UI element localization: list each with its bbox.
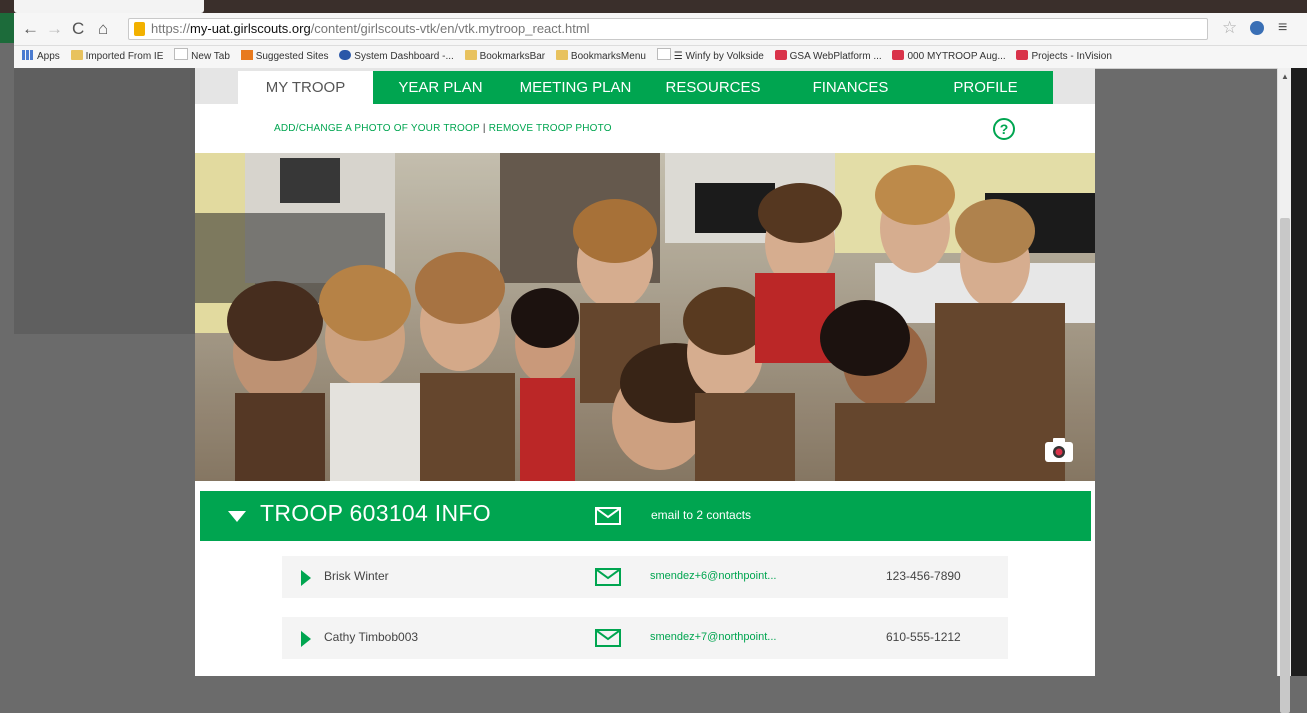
browser-toolbar: ← → C ⌂ https://my-uat.girlscouts.org/co… bbox=[14, 13, 1307, 46]
tab-strip bbox=[0, 0, 1307, 43]
help-icon[interactable]: ? bbox=[993, 118, 1015, 140]
bookmark-label: GSA WebPlatform ... bbox=[789, 51, 882, 62]
bookmark-label: Projects - InVision bbox=[1031, 51, 1112, 62]
url-scheme: https:// bbox=[151, 21, 191, 36]
invision-icon bbox=[1016, 50, 1029, 60]
extension-icon[interactable] bbox=[1250, 21, 1264, 35]
bookmark-suggested[interactable]: Suggested Sites bbox=[240, 46, 329, 68]
page-icon bbox=[656, 48, 671, 60]
bookmark-label: Imported From IE bbox=[85, 51, 164, 62]
bookmarks-bar: Apps Imported From IE New Tab Suggested … bbox=[14, 46, 1307, 69]
url-path: /content/girlscouts-vtk/en/vtk.mytroop_r… bbox=[310, 21, 590, 36]
bookmark-label: New Tab bbox=[191, 51, 230, 62]
photo-actions: ADD/CHANGE A PHOTO OF YOUR TROOP | REMOVE … bbox=[274, 123, 612, 134]
bookmark-label: 000 MYTROOP Aug... bbox=[907, 51, 1006, 62]
scroll-up-icon[interactable]: ▲ bbox=[1281, 72, 1289, 81]
troop-info-header[interactable]: TROOP 603104 INFO email to 2 contacts bbox=[200, 491, 1091, 541]
vertical-scrollbar[interactable]: ▲ bbox=[1277, 68, 1292, 713]
camera-icon[interactable] bbox=[1044, 437, 1074, 463]
contact-name: Cathy Timbob003 bbox=[324, 630, 419, 644]
folder-icon bbox=[464, 50, 477, 60]
forward-icon[interactable]: → bbox=[46, 20, 63, 38]
browser-menu-icon[interactable]: ≡ bbox=[1278, 19, 1287, 37]
page-icon bbox=[174, 48, 189, 60]
tab-meeting-plan[interactable]: MEETING PLAN bbox=[508, 71, 643, 104]
tab-my-troop[interactable]: MY TROOP bbox=[238, 71, 373, 104]
add-photo-link[interactable]: ADD/CHANGE A PHOTO OF YOUR TROOP bbox=[274, 123, 480, 134]
tab-finances[interactable]: FINANCES bbox=[783, 71, 918, 104]
bookmark-gsa[interactable]: GSA WebPlatform ... bbox=[774, 46, 882, 68]
caret-right-icon[interactable] bbox=[301, 570, 311, 586]
bookmark-apps[interactable]: Apps bbox=[22, 46, 60, 68]
caret-down-icon[interactable] bbox=[228, 511, 246, 522]
envelope-icon[interactable] bbox=[595, 507, 621, 525]
back-icon[interactable]: ← bbox=[22, 20, 39, 38]
contact-row[interactable]: Cathy Timbob003 smendez+7@northpoint... … bbox=[282, 617, 1008, 659]
contact-row[interactable]: Brisk Winter smendez+6@northpoint... 123… bbox=[282, 556, 1008, 598]
reload-icon[interactable]: C bbox=[72, 20, 84, 38]
window-edge bbox=[1291, 68, 1307, 676]
bookmark-label: Apps bbox=[37, 51, 60, 62]
tab-year-plan[interactable]: YEAR PLAN bbox=[373, 71, 508, 104]
email-contacts-link[interactable]: email to 2 contacts bbox=[651, 508, 751, 522]
bookmark-dashboard[interactable]: System Dashboard -... bbox=[339, 46, 454, 68]
tab-profile[interactable]: PROFILE bbox=[918, 71, 1053, 104]
tab-resources[interactable]: RESOURCES bbox=[643, 71, 783, 104]
bookmark-label: BookmarksBar bbox=[479, 51, 546, 62]
contact-phone: 610-555-1212 bbox=[886, 630, 961, 644]
dashboard-icon bbox=[339, 50, 352, 60]
bookmark-label: BookmarksMenu bbox=[570, 51, 646, 62]
lock-icon bbox=[134, 22, 145, 36]
bookmark-star-icon[interactable]: ☆ bbox=[1222, 18, 1237, 38]
bookmark-label: Suggested Sites bbox=[255, 51, 329, 62]
bookmark-bookmarksbar[interactable]: BookmarksBar bbox=[464, 46, 546, 68]
invision-icon bbox=[774, 50, 787, 60]
bookmark-label: System Dashboard -... bbox=[354, 51, 454, 62]
suggested-sites-icon bbox=[240, 50, 253, 60]
remove-photo-link[interactable]: REMOVE TROOP PHOTO bbox=[489, 123, 612, 134]
home-icon[interactable]: ⌂ bbox=[98, 20, 108, 38]
envelope-icon[interactable] bbox=[595, 568, 621, 586]
scrollbar-thumb[interactable] bbox=[1280, 218, 1290, 713]
apps-grid-icon bbox=[22, 50, 34, 60]
contact-email[interactable]: smendez+7@northpoint... bbox=[650, 631, 776, 643]
caret-right-icon[interactable] bbox=[301, 631, 311, 647]
address-bar[interactable]: https://my-uat.girlscouts.org/content/gi… bbox=[128, 18, 1208, 40]
page-content: MY TROOP YEAR PLAN MEETING PLAN RESOURCE… bbox=[195, 68, 1095, 676]
background-overlay bbox=[14, 68, 199, 334]
invision-icon bbox=[892, 50, 905, 60]
envelope-icon[interactable] bbox=[595, 629, 621, 647]
bookmark-imported[interactable]: Imported From IE bbox=[70, 46, 164, 68]
bookmark-projects[interactable]: Projects - InVision bbox=[1016, 46, 1112, 68]
troop-title: TROOP 603104 INFO bbox=[260, 500, 491, 526]
troop-photo bbox=[195, 153, 1095, 481]
bookmark-new-tab[interactable]: New Tab bbox=[174, 46, 230, 68]
folder-icon bbox=[70, 50, 83, 60]
contact-phone: 123-456-7890 bbox=[886, 569, 961, 583]
url-host: my-uat.girlscouts.org bbox=[190, 21, 311, 36]
bookmark-mytroop[interactable]: 000 MYTROOP Aug... bbox=[892, 46, 1006, 68]
bookmark-winfy[interactable]: ☰ Winfy by Volkside bbox=[656, 46, 764, 68]
folder-icon bbox=[555, 50, 568, 60]
main-nav: MY TROOP YEAR PLAN MEETING PLAN RESOURCE… bbox=[195, 68, 1095, 104]
window-edge bbox=[0, 13, 14, 43]
contact-email[interactable]: smendez+6@northpoint... bbox=[650, 570, 776, 582]
bookmark-label: ☰ Winfy by Volkside bbox=[673, 51, 764, 62]
link-separator: | bbox=[482, 123, 486, 134]
contact-name: Brisk Winter bbox=[324, 569, 389, 583]
troop-photo-image bbox=[195, 153, 1095, 481]
bookmark-bookmarksmenu[interactable]: BookmarksMenu bbox=[555, 46, 646, 68]
browser-tab[interactable] bbox=[14, 0, 204, 13]
